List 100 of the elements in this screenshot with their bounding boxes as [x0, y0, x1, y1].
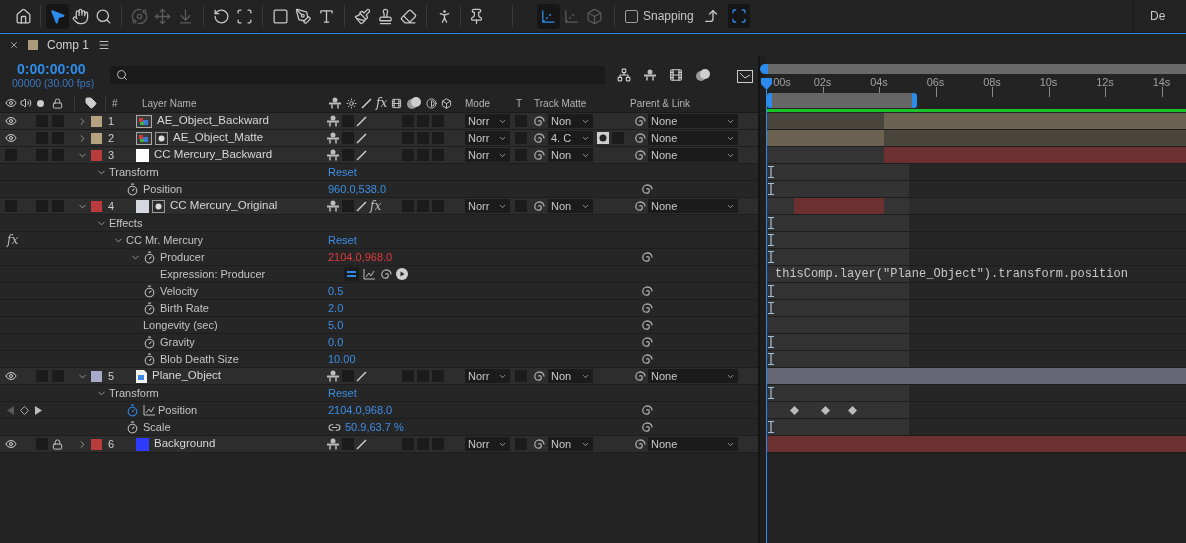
snapping-checkbox[interactable]: Snapping: [625, 7, 694, 25]
label-swatch[interactable]: [91, 149, 102, 161]
pickwhip-icon[interactable]: [532, 369, 545, 383]
parent-dropdown[interactable]: None: [648, 114, 738, 128]
shy-icon[interactable]: [326, 115, 340, 127]
parent-dropdown[interactable]: None: [648, 437, 738, 451]
pickwhip-icon[interactable]: [633, 114, 646, 128]
shy-icon[interactable]: [326, 149, 340, 161]
stopwatch-icon[interactable]: [143, 335, 156, 349]
graph-editor-icon[interactable]: [737, 67, 753, 83]
track-matte-dropdown[interactable]: Non: [548, 437, 593, 451]
reset-link[interactable]: Reset: [328, 163, 357, 181]
quality-slash-icon[interactable]: [356, 370, 367, 382]
pickwhip-icon[interactable]: [379, 267, 392, 281]
pickwhip-icon[interactable]: [532, 437, 545, 451]
mode-dropdown[interactable]: Norr: [465, 148, 510, 162]
property-value[interactable]: 2.0: [328, 299, 344, 317]
next-keyframe-icon[interactable]: [35, 405, 42, 415]
effect-switch[interactable]: fx: [7, 234, 19, 246]
timecode[interactable]: 0:00:00:00: [17, 60, 110, 77]
film-icon[interactable]: [669, 68, 683, 82]
stopwatch-icon[interactable]: [143, 352, 156, 366]
stopwatch-icon[interactable]: [143, 284, 156, 298]
property-value[interactable]: 5.0: [328, 316, 344, 334]
pickwhip-icon[interactable]: [532, 199, 545, 213]
workspace-label[interactable]: De: [1150, 7, 1186, 25]
mode-dropdown[interactable]: Norr: [465, 369, 510, 383]
circles-icon[interactable]: [695, 68, 711, 82]
track-matte-dropdown[interactable]: Non: [548, 199, 593, 213]
parent-dropdown[interactable]: None: [648, 369, 738, 383]
label-swatch[interactable]: [91, 370, 102, 382]
pickwhip-icon[interactable]: [640, 352, 653, 366]
quality-slash-icon[interactable]: [356, 115, 367, 127]
mode-dropdown[interactable]: Norr: [465, 199, 510, 213]
graph-icon[interactable]: [143, 404, 155, 416]
add-keyframe-icon[interactable]: [20, 405, 29, 415]
property-value[interactable]: 50.9,63.7 %: [345, 418, 404, 436]
expression-code[interactable]: thisComp.layer("Plane_Object").transform.position: [775, 265, 1128, 283]
parent-dropdown[interactable]: None: [648, 148, 738, 162]
pickwhip-icon[interactable]: [532, 148, 545, 162]
menu-icon[interactable]: [98, 39, 111, 51]
pickwhip-icon[interactable]: [640, 182, 653, 196]
quality-slash-icon[interactable]: [356, 132, 367, 144]
property-value[interactable]: 960.0,538.0: [328, 180, 387, 198]
stopwatch-icon[interactable]: [126, 403, 139, 417]
reset-link[interactable]: Reset: [328, 231, 357, 249]
pickwhip-icon[interactable]: [640, 250, 653, 264]
pickwhip-icon[interactable]: [640, 318, 653, 332]
layer-name[interactable]: AE_Object_Matte: [173, 129, 264, 147]
column-header[interactable]: Layer Name: [142, 95, 328, 111]
pickwhip-icon[interactable]: [633, 131, 646, 145]
pickwhip-icon[interactable]: [640, 420, 653, 434]
pickwhip-icon[interactable]: [532, 131, 545, 145]
shy-icon[interactable]: [326, 200, 340, 212]
track-matte-dropdown[interactable]: Non: [548, 369, 593, 383]
eye-icon[interactable]: [5, 438, 17, 450]
pickwhip-icon[interactable]: [633, 148, 646, 162]
lock-icon[interactable]: [52, 438, 63, 450]
property-value[interactable]: 10.00: [328, 350, 356, 368]
layer-name[interactable]: Plane_Object: [152, 367, 222, 385]
track-matte-dropdown[interactable]: 4. C: [548, 131, 593, 145]
graph-icon[interactable]: [363, 268, 375, 280]
reset-link[interactable]: Reset: [328, 384, 357, 402]
close-icon[interactable]: [9, 40, 19, 50]
pickwhip-icon[interactable]: [633, 199, 646, 213]
pickwhip-icon[interactable]: [640, 284, 653, 298]
pickwhip-icon[interactable]: [532, 114, 545, 128]
search-field[interactable]: [110, 66, 605, 84]
parent-dropdown[interactable]: None: [648, 131, 738, 145]
mode-dropdown[interactable]: Norr: [465, 114, 510, 128]
tool-button[interactable]: [46, 3, 69, 29]
effects-switch[interactable]: fx: [370, 200, 382, 212]
quality-slash-icon[interactable]: [356, 438, 367, 450]
pickwhip-icon[interactable]: [640, 335, 653, 349]
pickwhip-icon[interactable]: [633, 369, 646, 383]
layer-name[interactable]: CC Mercury_Backward: [154, 146, 273, 164]
label-swatch[interactable]: [91, 132, 102, 144]
play-icon[interactable]: [396, 268, 408, 280]
label-swatch[interactable]: [91, 200, 102, 212]
shy-icon[interactable]: [326, 370, 340, 382]
network-icon[interactable]: [617, 68, 631, 82]
layer-name[interactable]: Background: [154, 435, 216, 453]
quality-slash-icon[interactable]: [356, 149, 367, 161]
property-value[interactable]: 2104.0,968.0: [328, 248, 393, 266]
label-swatch[interactable]: [91, 438, 102, 450]
stopwatch-icon[interactable]: [126, 420, 139, 434]
track-matte-dropdown[interactable]: Non: [548, 148, 593, 162]
shy-icon[interactable]: [326, 438, 340, 450]
pickwhip-icon[interactable]: [640, 301, 653, 315]
label-swatch[interactable]: [91, 115, 102, 127]
pickwhip-icon[interactable]: [640, 403, 653, 417]
matte-mode-icon[interactable]: [597, 132, 609, 144]
eye-icon[interactable]: [5, 370, 17, 382]
track-matte-dropdown[interactable]: Non: [548, 114, 593, 128]
tool-button[interactable]: [537, 3, 560, 29]
stopwatch-icon[interactable]: [143, 250, 156, 264]
quality-slash-icon[interactable]: [356, 200, 367, 212]
pickwhip-icon[interactable]: [633, 437, 646, 451]
expression-toggle-icon[interactable]: [344, 267, 359, 281]
shy-icon[interactable]: [643, 69, 657, 81]
